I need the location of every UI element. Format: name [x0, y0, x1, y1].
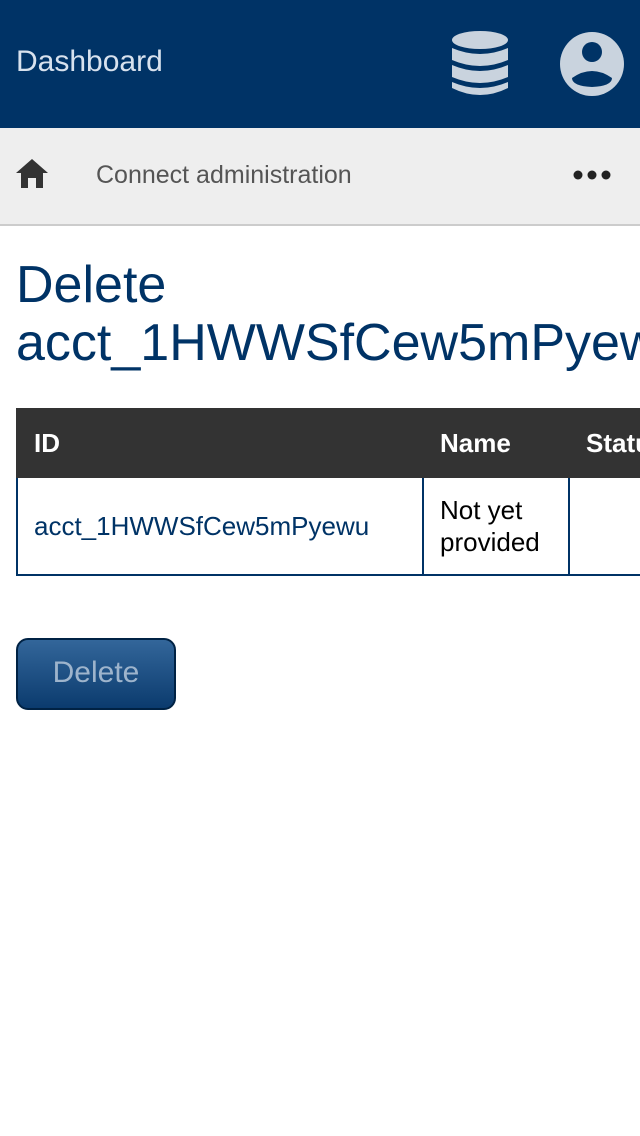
breadcrumb-connect-administration[interactable]: Connect administration — [96, 160, 352, 190]
page-title-line-2: acct_1HWWSfCew5mPyewu — [16, 314, 640, 372]
delete-button[interactable]: Delete — [16, 638, 176, 710]
main-content: Delete acct_1HWWSfCew5mPyewu ID Name Sta… — [0, 226, 640, 1136]
cell-id: acct_1HWWSfCew5mPyewu — [16, 476, 424, 576]
accounts-table: ID Name Status acct_1HWWSfCew5mPyewu Not… — [16, 408, 640, 576]
page-title: Delete acct_1HWWSfCew5mPyewu — [16, 256, 640, 372]
cell-name: Not yet provided — [422, 476, 570, 576]
table-header-row: ID Name Status — [16, 408, 640, 478]
home-icon[interactable] — [14, 156, 50, 192]
app-title[interactable]: Dashboard — [16, 44, 163, 80]
column-header-id[interactable]: ID — [16, 408, 424, 478]
cell-status — [568, 476, 640, 576]
column-header-name[interactable]: Name — [422, 408, 570, 478]
top-header: Dashboard — [0, 0, 640, 128]
column-header-status[interactable]: Status — [568, 408, 640, 478]
page-title-line-1: Delete — [16, 256, 167, 314]
user-account-icon[interactable] — [558, 30, 626, 98]
table-row: acct_1HWWSfCew5mPyewu Not yet provided — [16, 476, 640, 576]
more-icon[interactable] — [570, 162, 614, 188]
sub-navigation: Connect administration — [0, 128, 640, 226]
database-icon[interactable] — [448, 30, 512, 98]
account-id-link[interactable]: acct_1HWWSfCew5mPyewu — [34, 511, 369, 541]
